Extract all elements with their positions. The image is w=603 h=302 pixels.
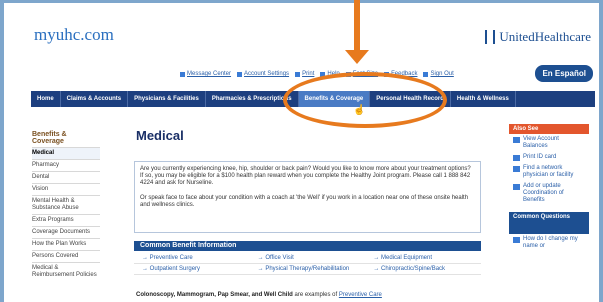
- link-icon: [513, 155, 520, 161]
- rail-print-id-card[interactable]: Print ID card: [509, 152, 589, 163]
- benefit-link-office-visit[interactable]: → Office Visit: [249, 253, 366, 264]
- benefit-link-medical-equipment[interactable]: → Medical Equipment: [365, 253, 481, 264]
- rail-find-network-physician[interactable]: Find a network physician or facility: [509, 163, 589, 181]
- preventive-care-link[interactable]: Preventive Care: [339, 292, 382, 298]
- unitedhealthcare-logo-icon: [485, 30, 496, 44]
- benefit-link-preventive-care[interactable]: → Preventive Care: [134, 253, 250, 264]
- util-sign-out[interactable]: Sign Out: [423, 71, 454, 77]
- en-espanol-button[interactable]: En Español: [535, 65, 593, 82]
- sidebar-item-dental[interactable]: Dental: [32, 171, 100, 183]
- sidebar-item-how-plan-works[interactable]: How the Plan Works: [32, 238, 100, 250]
- sidebar-item-extra-programs[interactable]: Extra Programs: [32, 214, 100, 226]
- sidebar-item-persons-covered[interactable]: Persons Covered: [32, 250, 100, 262]
- preventive-examples-bold: Colonoscopy, Mammogram, Pap Smear, and W…: [136, 292, 293, 298]
- intro-text-2: Or speak face to face about your conditi…: [140, 194, 469, 208]
- sidebar-heading: Benefits & Coverage: [32, 131, 67, 145]
- sidebar-item-medical[interactable]: Medical: [32, 147, 100, 159]
- right-rail: Also See View Account Balances Print ID …: [509, 124, 589, 252]
- annotation-arrow-icon: [345, 50, 369, 64]
- page-title: Medical: [136, 128, 184, 143]
- link-icon: [513, 137, 520, 143]
- common-benefit-header: Common Benefit Information: [134, 241, 481, 251]
- sidebar: Benefits & Coverage Medical Pharmacy Den…: [32, 131, 100, 281]
- print-icon: [295, 71, 301, 77]
- annotation-highlight-oval: [283, 72, 447, 128]
- rail-question-change-name[interactable]: How do I change my name or: [509, 234, 589, 252]
- nav-physicians-facilities[interactable]: Physicians & Facilities: [128, 91, 206, 107]
- nav-home[interactable]: Home: [31, 91, 61, 107]
- sidebar-item-coverage-documents[interactable]: Coverage Documents: [32, 226, 100, 238]
- intro-text-1: Are you currently experiencing knee, hip…: [140, 166, 471, 187]
- message-icon: [180, 71, 185, 77]
- benefit-link-chiropractic[interactable]: → Chiropractic/Spine/Back: [365, 264, 481, 275]
- sign-out-icon: [423, 71, 429, 77]
- sidebar-item-vision[interactable]: Vision: [32, 183, 100, 195]
- also-see-heading: Also See: [509, 124, 589, 134]
- unitedhealthcare-brand: UnitedHealthcare: [485, 29, 591, 45]
- util-print[interactable]: Print: [295, 71, 314, 77]
- util-account-settings[interactable]: Account Settings: [237, 71, 289, 77]
- benefit-link-physical-therapy[interactable]: → Physical Therapy/Rehabilitation: [249, 264, 366, 275]
- rail-view-account-balances[interactable]: View Account Balances: [509, 134, 589, 152]
- intro-box: Are you currently experiencing knee, hip…: [134, 161, 481, 233]
- preventive-examples: Colonoscopy, Mammogram, Pap Smear, and W…: [136, 292, 382, 298]
- link-icon: [513, 166, 520, 172]
- sidebar-item-pharmacy[interactable]: Pharmacy: [32, 159, 100, 171]
- myuhc-logo[interactable]: myuhc.com: [34, 25, 114, 45]
- preventive-examples-text: are examples of: [294, 292, 338, 298]
- nav-claims-accounts[interactable]: Claims & Accounts: [61, 91, 129, 107]
- benefit-link-outpatient-surgery[interactable]: → Outpatient Surgery: [134, 264, 250, 275]
- nav-health-wellness[interactable]: Health & Wellness: [451, 91, 516, 107]
- rail-coordination-of-benefits[interactable]: Add or update Coordination of Benefits: [509, 181, 589, 206]
- hand-cursor-icon: ☝: [353, 105, 366, 116]
- link-icon: [513, 184, 520, 190]
- brand-name: UnitedHealthcare: [499, 29, 591, 44]
- link-icon: [513, 237, 520, 243]
- annotation-arrow-shaft: [354, 0, 360, 52]
- sidebar-item-reimbursement-policies[interactable]: Medical & Reimbursement Policies: [32, 262, 100, 281]
- sidebar-item-mental-health[interactable]: Mental Health & Substance Abuse: [32, 195, 100, 214]
- util-message-center[interactable]: Message Center: [180, 71, 231, 77]
- benefit-links: → Preventive Care → Office Visit → Medic…: [134, 253, 481, 275]
- common-questions-heading: Common Questions: [509, 212, 589, 234]
- page: myuhc.com UnitedHealthcare Message Cente…: [4, 3, 599, 302]
- settings-icon: [237, 71, 243, 77]
